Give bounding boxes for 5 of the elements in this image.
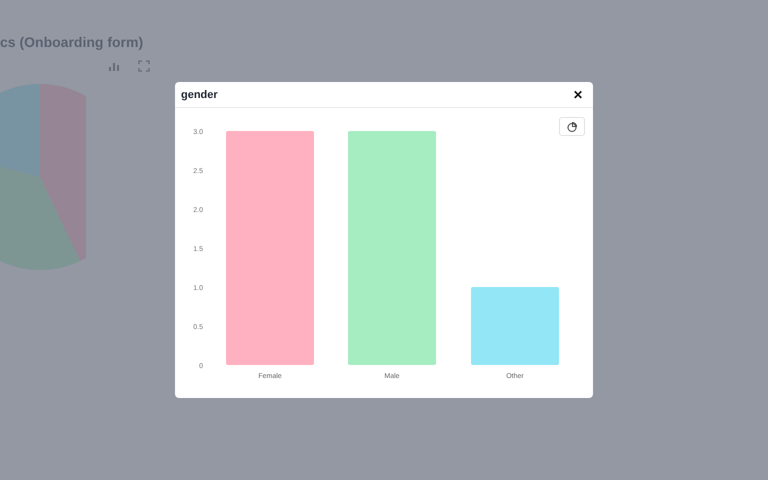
chart-type-button[interactable] <box>559 117 585 136</box>
dialog-title: gender <box>181 88 218 100</box>
pie-chart-icon <box>567 122 577 132</box>
page-title: cs (Onboarding form) <box>0 34 144 50</box>
close-button[interactable]: ✕ <box>571 88 585 102</box>
